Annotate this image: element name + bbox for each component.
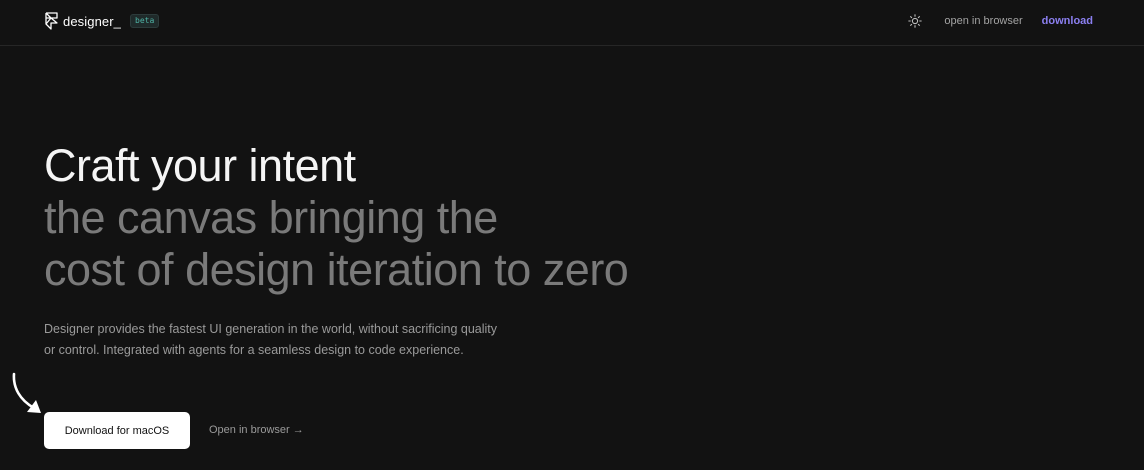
logo-icon xyxy=(45,12,58,30)
beta-badge: beta xyxy=(130,14,160,28)
hero-title-secondary-line2: cost of design iteration to zero xyxy=(44,244,629,295)
nav-right: open in browser download xyxy=(908,12,1093,30)
download-macos-button[interactable]: Download for macOS xyxy=(44,412,190,449)
hero-title-secondary-line1: the canvas bringing the xyxy=(44,192,498,243)
hero-description: Designer provides the fastest UI generat… xyxy=(44,322,498,357)
brand[interactable]: designer_ beta xyxy=(44,11,160,31)
navbar: designer_ beta open in browser download xyxy=(0,0,1144,46)
hero-title-primary: Craft your intent xyxy=(44,140,356,191)
hero: Craft your intent the canvas bringing th… xyxy=(44,140,629,296)
sun-icon[interactable] xyxy=(908,14,923,28)
curved-arrow-icon xyxy=(12,372,41,413)
open-in-browser-link[interactable]: Open in browser → xyxy=(209,424,304,436)
brand-name: designer_ xyxy=(63,13,121,29)
nav-download-link[interactable]: download xyxy=(1042,15,1093,27)
nav-open-in-browser-link[interactable]: open in browser xyxy=(944,15,1022,27)
hero-title: Craft your intent the canvas bringing th… xyxy=(44,140,629,296)
